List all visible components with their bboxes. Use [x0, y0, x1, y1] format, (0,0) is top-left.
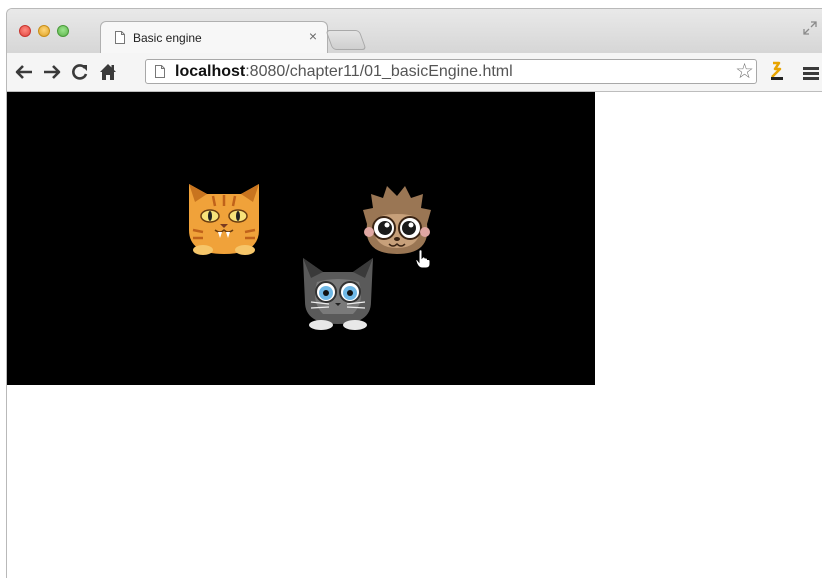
menu-icon[interactable]	[803, 67, 819, 81]
orange-tiger-cat-sprite[interactable]	[185, 180, 263, 256]
url-path: :8080/chapter11/01_basicEngine.html	[245, 63, 513, 80]
extension-icon[interactable]	[767, 61, 787, 83]
gray-blue-eyed-cat-sprite[interactable]	[299, 252, 377, 332]
zoom-window-button[interactable]	[57, 25, 69, 37]
browser-toolbar: localhost:8080/chapter11/01_basicEngine.…	[7, 53, 822, 92]
url-text: localhost:8080/chapter11/01_basicEngine.…	[175, 63, 513, 81]
bookmark-star-icon[interactable]: ☆	[735, 59, 754, 84]
tab-close-button[interactable]: ×	[309, 28, 317, 44]
url-host: localhost	[175, 63, 246, 80]
close-window-button[interactable]	[19, 25, 31, 37]
game-canvas[interactable]	[7, 92, 595, 385]
back-arrow-icon[interactable]	[13, 61, 35, 83]
browser-window: Basic engine × localhost:8080/chapter11/	[6, 8, 822, 578]
tab-title: Basic engine	[133, 31, 202, 45]
page-viewport	[7, 92, 822, 578]
new-tab-button[interactable]	[325, 30, 367, 50]
minimize-window-button[interactable]	[38, 25, 50, 37]
title-bar: Basic engine ×	[7, 9, 822, 56]
reload-icon[interactable]	[69, 61, 91, 83]
page-icon	[155, 65, 165, 78]
page-icon	[115, 31, 125, 44]
address-bar[interactable]: localhost:8080/chapter11/01_basicEngine.…	[145, 59, 757, 84]
forward-arrow-icon[interactable]	[41, 61, 63, 83]
tab-basic-engine[interactable]: Basic engine ×	[100, 21, 328, 56]
home-icon[interactable]	[97, 61, 119, 83]
fullscreen-icon[interactable]	[803, 21, 817, 35]
hand-cursor-icon	[415, 249, 431, 269]
